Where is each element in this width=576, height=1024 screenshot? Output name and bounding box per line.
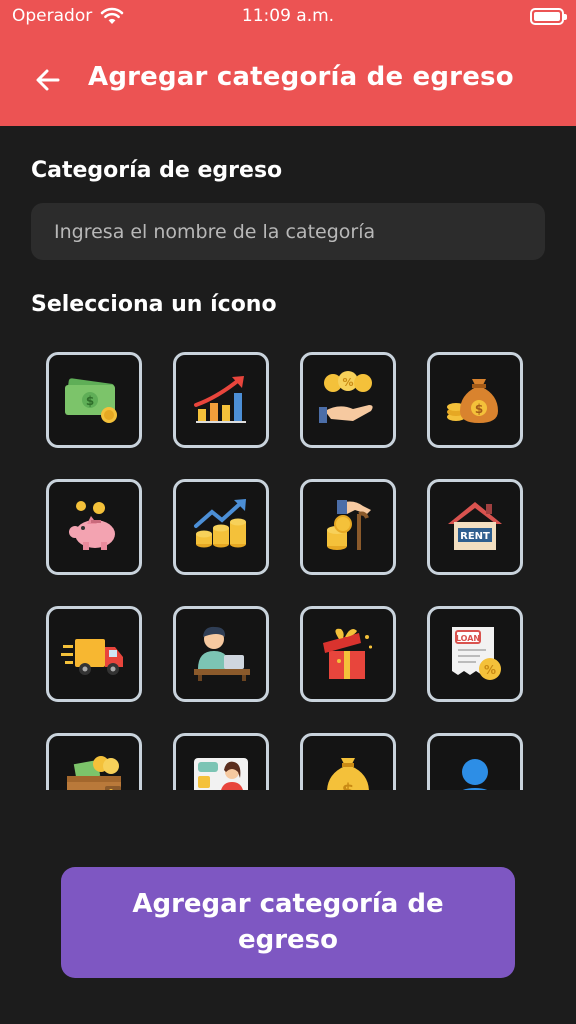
dollar-sack-icon: $ <box>327 758 369 790</box>
svg-text:LOAN: LOAN <box>456 634 480 643</box>
icon-picker-label: Selecciona un ícono <box>31 292 277 317</box>
icon-option-user-avatar[interactable] <box>427 733 523 790</box>
status-bar: Operador 11:09 a.m. <box>0 0 576 34</box>
icon-option-dollar-sack[interactable]: $ <box>300 733 396 790</box>
delivery-truck-icon <box>61 639 123 675</box>
gift-box-icon <box>323 628 372 679</box>
icon-option-growth-chart[interactable] <box>173 352 269 448</box>
svg-text:$: $ <box>342 780 355 790</box>
icon-option-remote-worker[interactable] <box>173 606 269 702</box>
money-bag-icon: $ <box>447 379 498 423</box>
app-bar: Agregar categoría de egreso <box>0 34 576 126</box>
piggy-bank-icon <box>69 501 115 550</box>
add-category-button[interactable]: Agregar categoría de egreso <box>61 867 515 978</box>
investment-coins-icon <box>194 499 246 548</box>
battery-icon <box>530 8 567 25</box>
svg-text:%: % <box>484 663 496 677</box>
rent-house-icon: RENT <box>448 502 502 550</box>
category-name-label: Categoría de egreso <box>31 158 283 183</box>
icon-option-video-call[interactable] <box>173 733 269 790</box>
svg-text:RENT: RENT <box>460 531 490 542</box>
icon-option-piggy-bank[interactable] <box>46 479 142 575</box>
user-avatar-icon <box>462 759 488 790</box>
money-bills-icon: $ <box>65 378 117 423</box>
icon-option-gift-box[interactable] <box>300 606 396 702</box>
svg-text:$: $ <box>86 394 94 408</box>
icon-option-rent-house[interactable]: RENT <box>427 479 523 575</box>
pension-icon <box>327 500 371 550</box>
growth-chart-icon <box>194 376 246 423</box>
back-button[interactable] <box>30 62 66 98</box>
arrow-left-icon <box>36 69 60 91</box>
icon-picker-scroll[interactable]: $ % $ RENT LOAN % <box>0 340 576 790</box>
icon-option-money-bills[interactable]: $ <box>46 352 142 448</box>
coins-hand-icon: % <box>319 371 373 423</box>
clock: 11:09 a.m. <box>241 6 335 26</box>
icon-option-coins-hand[interactable]: % <box>300 352 396 448</box>
icon-option-loan-document[interactable]: LOAN % <box>427 606 523 702</box>
svg-text:%: % <box>342 376 353 389</box>
icon-option-delivery-truck[interactable] <box>46 606 142 702</box>
icon-option-wallet[interactable] <box>46 733 142 790</box>
wallet-icon <box>67 756 121 790</box>
svg-text:$: $ <box>475 402 483 416</box>
video-call-icon <box>194 758 248 790</box>
remote-worker-icon <box>194 626 250 681</box>
category-name-input[interactable] <box>31 203 545 260</box>
page-title: Agregar categoría de egreso <box>88 62 514 92</box>
icon-option-pension[interactable] <box>300 479 396 575</box>
icon-option-investment-coins[interactable] <box>173 479 269 575</box>
loan-document-icon: LOAN % <box>452 627 501 680</box>
icon-grid: $ % $ RENT LOAN % <box>46 352 523 790</box>
icon-option-money-bag[interactable]: $ <box>427 352 523 448</box>
